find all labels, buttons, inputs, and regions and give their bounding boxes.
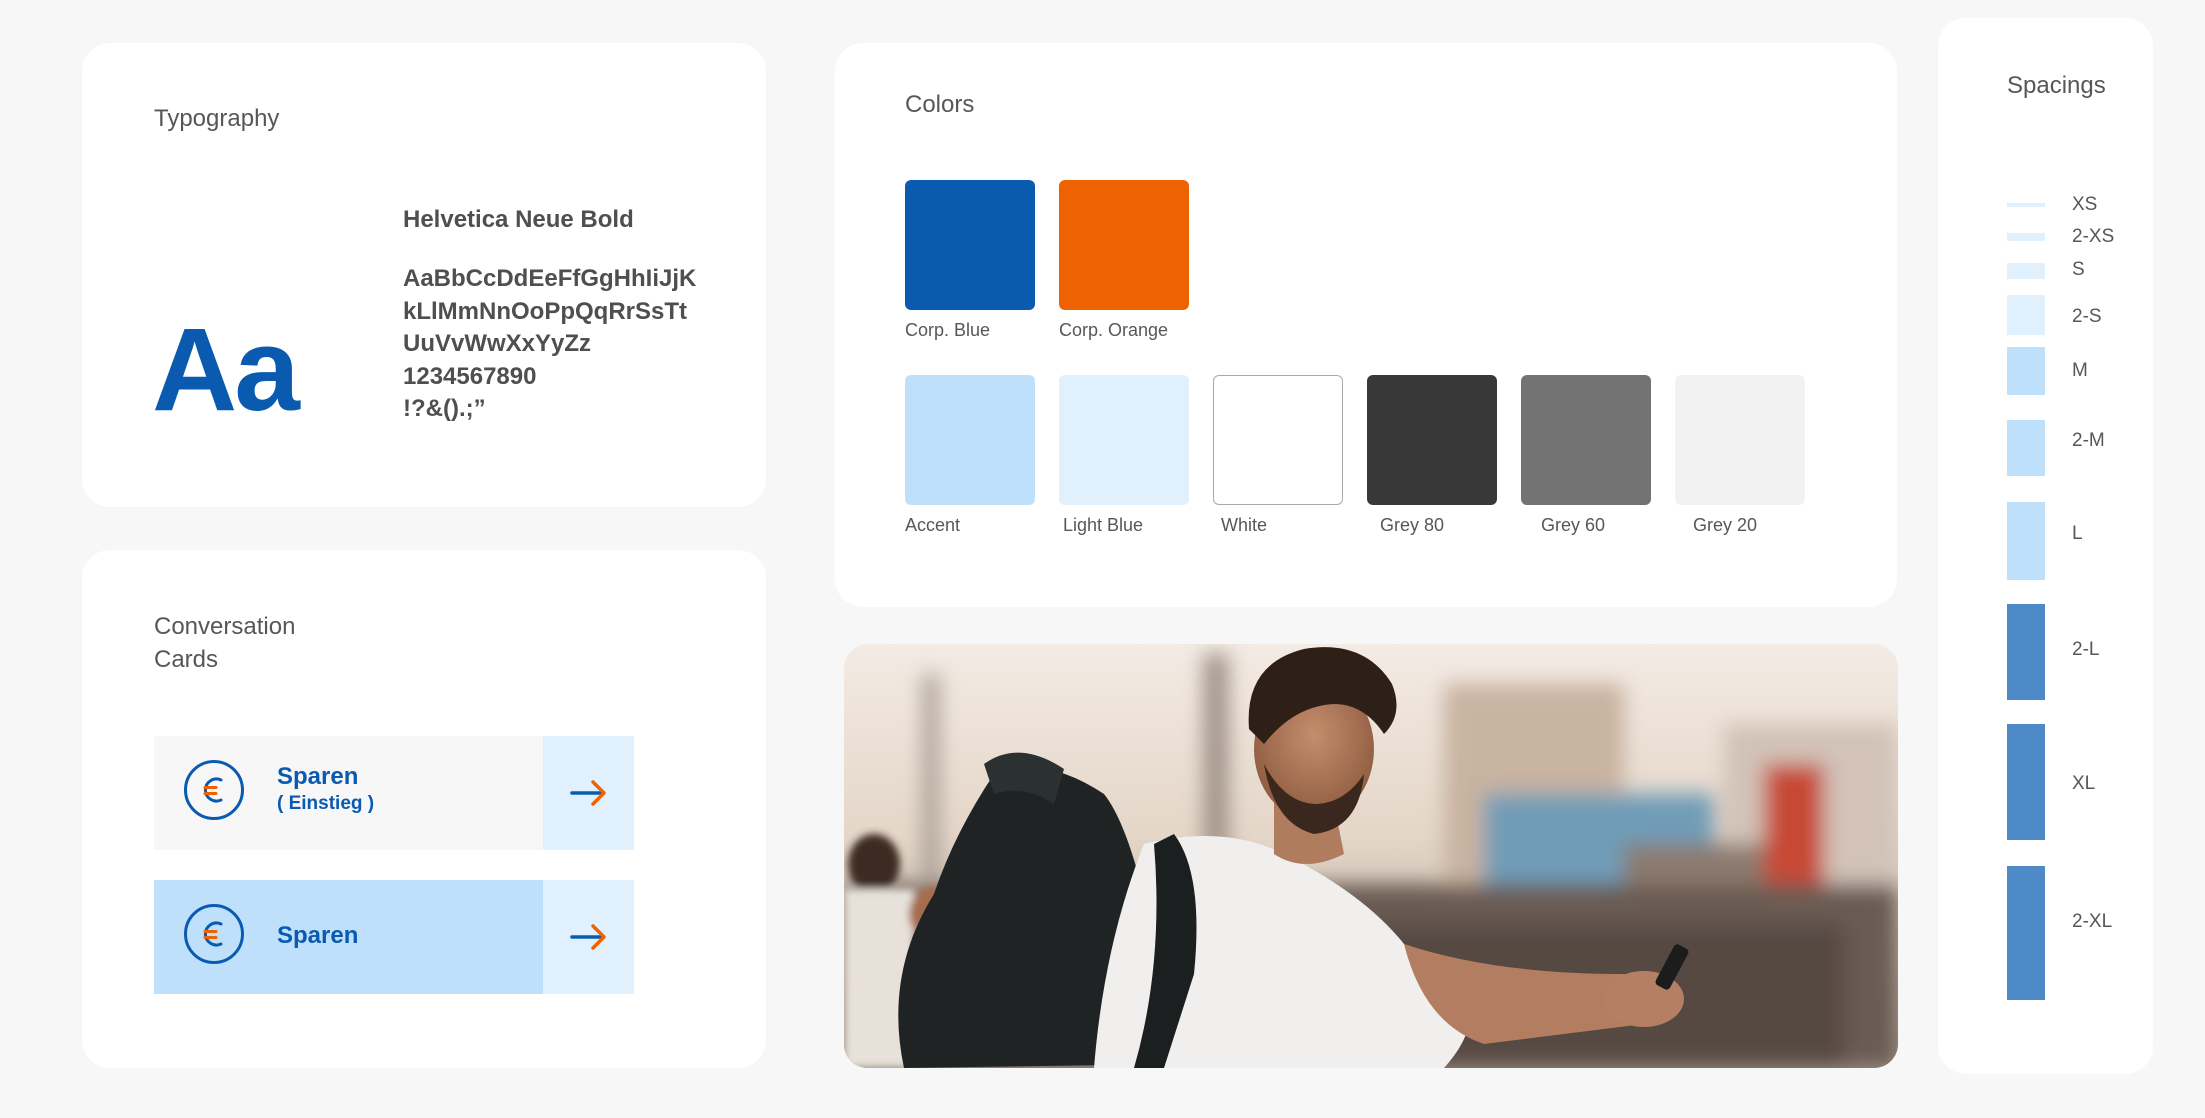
conversation-card-arrow-button[interactable]: [543, 880, 634, 994]
swatch-label: Grey 80: [1380, 515, 1445, 535]
conversation-title-line1: Conversation: [154, 613, 296, 640]
swatch-corp-blue: [905, 180, 1035, 310]
conversation-card-label: Sparen: [277, 922, 359, 949]
spacing-label: 2-L: [2072, 639, 2100, 660]
euro-icon: [184, 760, 244, 820]
swatch-label: Accent: [905, 515, 961, 535]
glyph-line: !?&().;”: [403, 395, 486, 422]
glyph-line: UuVvWwXxYyZz: [403, 330, 592, 357]
swatch-label: Light Blue: [1063, 515, 1144, 535]
spacing-bar-2-s: [2007, 295, 2045, 335]
spacing-label: S: [2072, 259, 2085, 280]
lifestyle-photo: [844, 644, 1898, 1068]
glyph-set: AaBbCcDdEeFfGgHhIiJjK kLlMmNnOoPpQqRrSsT…: [403, 263, 753, 426]
glyph-line: 1234567890: [403, 362, 537, 390]
conversation-card-label: Sparen: [277, 763, 359, 790]
swatch-corp-orange: [1059, 180, 1189, 310]
conversation-card-body[interactable]: Sparen: [154, 880, 544, 994]
swatch-label: Corp. Orange: [1059, 320, 1169, 340]
swatch-grey-20: [1675, 375, 1805, 505]
spacings-card: Spacings XS 2-XS S 2-S M 2-M L 2-L XL 2-…: [1938, 18, 2153, 1074]
colors-card: Colors Corp. Blue Corp. Orange Accent Li…: [835, 43, 1897, 607]
typography-title: Typography: [154, 105, 280, 132]
spacing-bar-xs: [2007, 203, 2045, 207]
euro-icon: [184, 904, 244, 964]
spacing-bar-2-xl: [2007, 866, 2045, 1000]
typography-sample: Aa: [152, 304, 300, 436]
swatch-grey-80: [1367, 375, 1497, 505]
swatch-accent: [905, 375, 1035, 505]
spacing-bar-s: [2007, 263, 2045, 279]
typography-card: Typography Aa Helvetica Neue Bold AaBbCc…: [82, 43, 766, 507]
spacing-bar-m: [2007, 347, 2045, 395]
spacing-bar-2-l: [2007, 604, 2045, 700]
swatch-white: [1213, 375, 1343, 505]
spacing-label: 2-XL: [2072, 911, 2113, 932]
spacings-title: Spacings: [2007, 72, 2106, 99]
spacing-label: L: [2072, 523, 2083, 544]
font-name: Helvetica Neue Bold: [403, 206, 634, 233]
conversation-title: Conversation Cards: [154, 610, 354, 676]
conversation-cards-card: Conversation Cards Sparen ( Einstieg ) S…: [82, 550, 766, 1068]
conversation-card-body[interactable]: Sparen ( Einstieg ): [154, 736, 544, 850]
conversation-card-einstieg[interactable]: Sparen ( Einstieg ): [154, 736, 634, 850]
spacing-bar-l: [2007, 502, 2045, 580]
photo-illustration: [844, 644, 1898, 1068]
spacing-label: 2-XS: [2072, 226, 2115, 247]
glyph-line: kLlMmNnOoPpQqRrSsTt: [403, 297, 688, 325]
spacing-label: M: [2072, 360, 2088, 381]
conversation-card-arrow-button[interactable]: [543, 736, 634, 850]
glyph-line: AaBbCcDdEeFfGgHhIiJjK: [403, 265, 697, 292]
spacing-label: 2-M: [2072, 430, 2105, 451]
conversation-title-line2: Cards: [154, 646, 219, 673]
swatch-label: Corp. Blue: [905, 320, 991, 340]
arrow-right-icon: [569, 924, 606, 950]
arrow-right-icon: [569, 780, 606, 806]
conversation-card-sublabel: ( Einstieg ): [277, 793, 375, 814]
spacing-label: XS: [2072, 194, 2098, 215]
spacing-label: XL: [2072, 773, 2096, 794]
spacing-label: 2-S: [2072, 306, 2102, 327]
swatch-label: Grey 20: [1693, 515, 1758, 535]
colors-title: Colors: [905, 91, 975, 118]
spacing-bar-xl: [2007, 724, 2045, 840]
conversation-card-sparen[interactable]: Sparen: [154, 880, 634, 994]
spacing-bar-2-m: [2007, 420, 2045, 476]
swatch-label: Grey 60: [1541, 515, 1606, 535]
swatch-light-blue: [1059, 375, 1189, 505]
swatch-label: White: [1221, 515, 1268, 535]
spacing-bar-2-xs: [2007, 233, 2045, 241]
swatch-grey-60: [1521, 375, 1651, 505]
